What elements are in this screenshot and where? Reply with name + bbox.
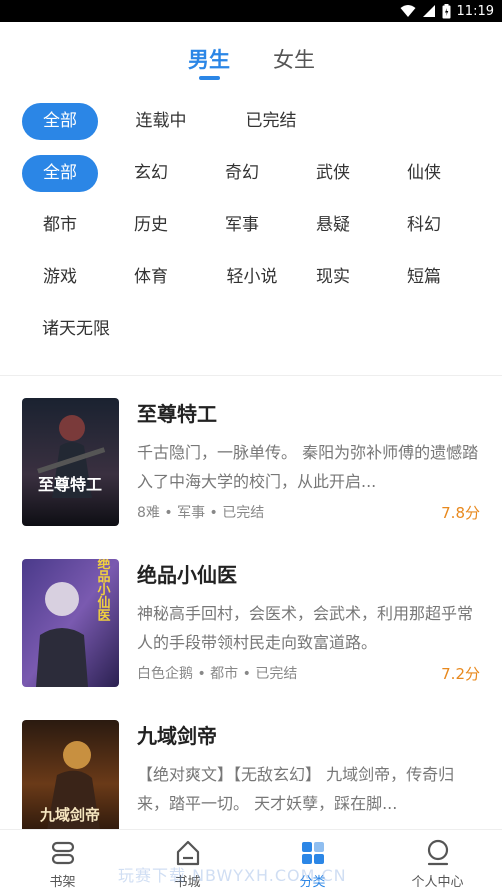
- filter-genre-all[interactable]: 全部: [22, 155, 98, 192]
- filter-genre-item[interactable]: 体育: [113, 259, 189, 296]
- filter-genre-item[interactable]: 奇幻: [204, 155, 280, 192]
- filter-genre-item[interactable]: 诸天无限: [22, 311, 138, 348]
- filter-genre-item[interactable]: 武侠: [295, 155, 371, 192]
- filter-status-all[interactable]: 全部: [22, 103, 98, 140]
- filter-genre-item[interactable]: 历史: [113, 207, 189, 244]
- bookshelf-icon: [51, 841, 74, 865]
- filter-status-ongoing[interactable]: 连载中: [118, 103, 204, 140]
- filter-genre-item[interactable]: 游戏: [22, 259, 98, 296]
- book-title: 九域剑帝: [137, 724, 217, 748]
- wifi-icon: [400, 5, 416, 17]
- book-description: 千古隐门，一脉单传。 秦阳为弥补师傅的遗憾踏入了中海大学的校门，从此开启...: [137, 443, 479, 491]
- book-description: 神秘高手回村，会医术，会武术，利用那超乎常人的手段带领村民走向致富道路。: [137, 604, 474, 652]
- nav-label: 个人中心: [411, 875, 464, 890]
- status-bar: 11:19: [0, 0, 502, 22]
- book-title: 至尊特工: [137, 402, 217, 426]
- filter-genre-item[interactable]: 短篇: [386, 259, 462, 296]
- cover-title: 绝品小仙医: [95, 559, 111, 622]
- filter-genre-item[interactable]: 悬疑: [295, 207, 371, 244]
- tab-male[interactable]: 男生: [188, 44, 230, 74]
- nav-bookshelf[interactable]: 书架: [0, 830, 125, 894]
- book-meta: 8难 • 军事 • 已完结: [137, 505, 265, 521]
- nav-category[interactable]: 分类: [250, 830, 375, 894]
- battery-icon: [442, 3, 451, 18]
- book-cover[interactable]: 至尊特工: [22, 398, 119, 526]
- nav-label: 书架: [49, 875, 76, 890]
- active-tab-indicator: [199, 76, 220, 80]
- cover-title: 至尊特工: [38, 475, 102, 494]
- nav-profile[interactable]: 个人中心: [375, 830, 500, 894]
- clock: 11:19: [456, 3, 494, 19]
- section-divider: [0, 375, 502, 376]
- filter-genre-item[interactable]: 都市: [22, 207, 98, 244]
- book-score: 7.8分: [441, 504, 480, 522]
- book-score: 7.2分: [441, 665, 480, 683]
- book-cover[interactable]: 绝品小仙医: [22, 559, 119, 687]
- filter-genre-item[interactable]: 科幻: [386, 207, 462, 244]
- book-meta: 白色企鹅 • 都市 • 已完结: [137, 666, 298, 682]
- gender-tabs: 男生 女生: [0, 40, 502, 86]
- tab-female[interactable]: 女生: [273, 44, 315, 74]
- filter-status-completed[interactable]: 已完结: [228, 103, 314, 140]
- book-title: 绝品小仙医: [137, 563, 237, 587]
- book-item[interactable]: 至尊特工 至尊特工 千古隐门，一脉单传。 秦阳为弥补师傅的遗憾踏入了中海大学的校…: [0, 398, 502, 528]
- nav-bookstore[interactable]: 书城: [125, 830, 250, 894]
- book-item[interactable]: 绝品小仙医 绝品小仙医 神秘高手回村，会医术，会武术，利用那超乎常人的手段带领村…: [0, 559, 502, 689]
- bookstore-icon: [176, 840, 199, 866]
- filter-genre-item[interactable]: 现实: [295, 259, 371, 296]
- filter-genre-item[interactable]: 仙侠: [386, 155, 462, 192]
- profile-icon: [427, 839, 448, 866]
- signal-icon: [422, 5, 435, 17]
- book-description: 【绝对爽文】【无敌玄幻】 九域剑帝，传奇归来，踏平一切。 天才妖孽，踩在脚...: [137, 765, 455, 813]
- nav-label: 书城: [174, 875, 201, 890]
- category-icon: [301, 842, 324, 864]
- filter-genre-item[interactable]: 轻小说: [204, 259, 300, 296]
- filter-genre-item[interactable]: 玄幻: [113, 155, 189, 192]
- filter-genre-item[interactable]: 军事: [204, 207, 280, 244]
- bottom-nav: 书架 书城 分类 个人中心: [0, 829, 502, 894]
- cover-title: 九域剑帝: [39, 806, 100, 824]
- nav-label: 分类: [299, 875, 326, 890]
